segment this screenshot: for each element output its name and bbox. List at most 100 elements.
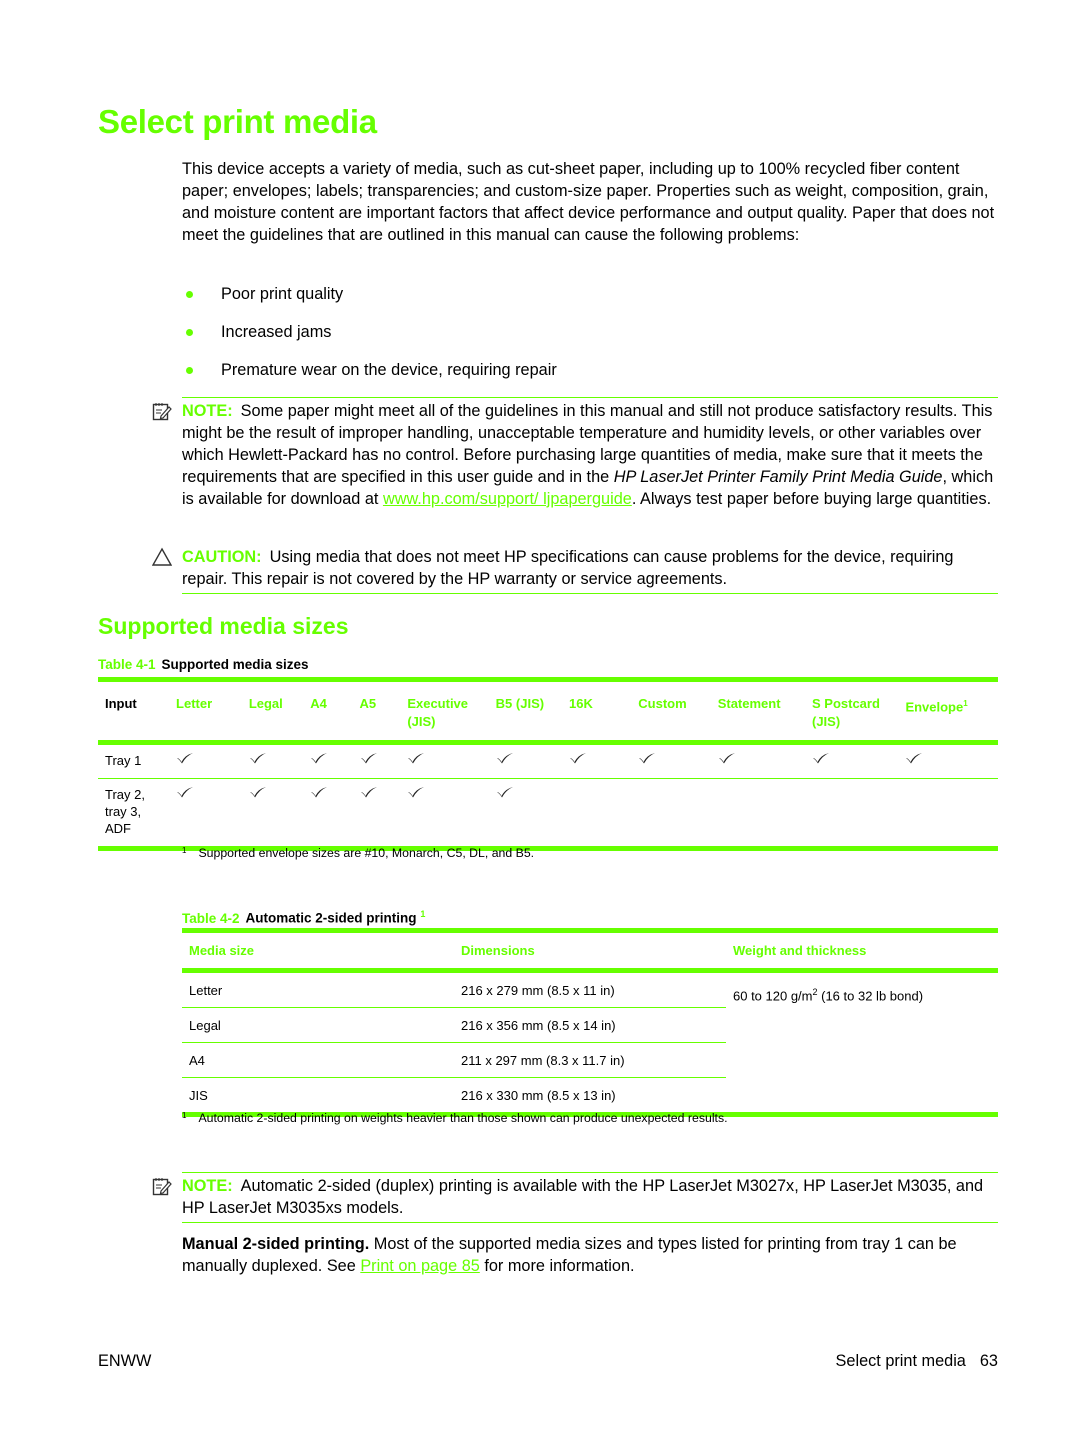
support-cell	[565, 779, 634, 849]
column-header-b5-jis: B5 (JIS)	[495, 696, 545, 711]
support-cell	[634, 743, 713, 779]
table1-caption: Table 4-1 Supported media sizes	[98, 657, 309, 672]
dimensions-cell: 211 x 297 mm (8.3 x 11.7 in)	[454, 1042, 726, 1078]
support-cell	[901, 779, 998, 849]
dimensions-cell: 216 x 279 mm (8.5 x 11 in)	[454, 970, 726, 1008]
manual-duplex-paragraph: Manual 2-sided printing. Most of the sup…	[182, 1235, 957, 1275]
media-size-cell: A4	[182, 1042, 454, 1078]
table2-footnote: 1 Automatic 2-sided printing on weights h…	[182, 1111, 728, 1125]
manual-duplex-heading: Manual 2-sided printing.	[182, 1235, 370, 1253]
page-title: Select print media	[98, 103, 377, 140]
support-cell	[172, 743, 245, 779]
table1-footnote: 1 Supported envelope sizes are #10, Monar…	[182, 846, 535, 860]
section-title: Supported media sizes	[98, 613, 349, 639]
duplex-table: Media size Dimensions Weight and thickne…	[182, 928, 998, 1117]
bullet-icon	[186, 291, 193, 298]
support-cell	[634, 779, 713, 849]
column-header-legal: Legal	[248, 696, 283, 711]
media-size-cell: JIS	[189, 1088, 208, 1103]
support-cell	[808, 743, 901, 779]
support-cell	[492, 743, 565, 779]
column-header-letter: Letter	[176, 696, 213, 711]
note-pencil-icon	[152, 1178, 172, 1196]
note-box: NOTE: Some paper might meet all of the gu…	[152, 397, 998, 513]
table-row: Tray 1	[98, 743, 998, 779]
note-label: NOTE:	[182, 402, 233, 420]
footer-page-info: Select print media 63	[836, 1352, 998, 1371]
dimensions-cell: 216 x 356 mm (8.5 x 14 in)	[454, 1007, 726, 1043]
support-cell	[356, 779, 404, 849]
column-header-16k: 16K	[569, 696, 593, 711]
support-cell	[901, 743, 998, 779]
note-pencil-icon	[152, 403, 172, 421]
support-cell	[714, 779, 808, 849]
support-cell	[245, 743, 306, 779]
footer-locale: ENWW	[98, 1352, 152, 1370]
checkmark-icon	[310, 752, 328, 767]
supported-media-table: Input Letter Legal A4 A5 Executive (JIS) B5 (J…	[98, 677, 998, 851]
table-row: Letter 216 x 279 mm (8.5 x 11 in) 60 to …	[182, 970, 998, 1008]
list-item: Increased jams	[182, 321, 557, 359]
media-size-cell: Legal	[182, 1007, 454, 1043]
support-cell	[403, 743, 491, 779]
weight-cell: 60 to 120 g/m2 (16 to 32 lb bond)	[733, 987, 924, 1004]
dimensions-cell: 216 x 330 mm (8.5 x 13 in)	[461, 1088, 616, 1103]
checkmark-icon	[360, 786, 378, 801]
support-cell	[565, 743, 634, 779]
support-cell	[403, 779, 491, 849]
intro-paragraph: This device accepts a variety of media, …	[182, 160, 995, 244]
print-page-link[interactable]: Print on page 85	[360, 1257, 480, 1275]
checkmark-icon	[718, 752, 736, 767]
checkmark-icon	[905, 752, 923, 767]
media-guide-title: HP LaserJet Printer Family Print Media G…	[613, 468, 943, 486]
support-cell	[714, 743, 808, 779]
table-header-row: Input Letter Legal A4 A5 Executive (JIS) B5 (J…	[98, 679, 998, 743]
note-label: NOTE:	[182, 1177, 233, 1195]
checkmark-icon	[638, 752, 656, 767]
checkmark-icon	[569, 752, 587, 767]
support-cell	[356, 743, 404, 779]
column-header-executive: Executive (JIS)	[407, 696, 469, 729]
checkmark-icon	[310, 786, 328, 801]
problems-list: Poor print quality Increased jams Premat…	[182, 283, 557, 397]
column-header-envelope: Envelope1	[905, 699, 968, 715]
checkmark-icon	[812, 752, 830, 767]
checkmark-icon	[496, 786, 514, 801]
checkmark-icon	[360, 752, 378, 767]
checkmark-icon	[407, 752, 425, 767]
checkmark-icon	[176, 752, 194, 767]
list-item: Premature wear on the device, requiring …	[182, 359, 557, 397]
footer-section: Select print media	[835, 1352, 966, 1370]
bullet-icon	[186, 329, 193, 336]
table-header-row: Media size Dimensions Weight and thickne…	[182, 930, 998, 971]
caution-triangle-icon	[152, 547, 172, 566]
column-header-s-postcard: S Postcard (JIS)	[811, 696, 880, 729]
checkmark-icon	[407, 786, 425, 801]
paperguide-link[interactable]: www.hp.com/support/ ljpaperguide	[383, 490, 632, 508]
support-cell	[306, 779, 355, 849]
media-size-cell: Letter	[182, 970, 454, 1008]
table2-caption: Table 4-2 Automatic 2-sided printing 1	[182, 909, 426, 926]
input-cell: Tray 2, tray 3, ADF	[105, 787, 145, 836]
page-number: 63	[979, 1352, 998, 1370]
bullet-icon	[186, 367, 193, 374]
support-cell	[306, 743, 355, 779]
column-header-statement: Statement	[717, 696, 781, 711]
duplex-note-box: NOTE: Automatic 2-sided (duplex) printing…	[152, 1172, 998, 1223]
checkmark-icon	[176, 786, 194, 801]
column-header-media-size: Media size	[189, 943, 255, 958]
checkmark-icon	[496, 752, 514, 767]
support-cell	[492, 779, 565, 849]
column-header-weight: Weight and thickness	[733, 943, 867, 958]
support-cell	[245, 779, 306, 849]
column-header-dimensions: Dimensions	[461, 943, 535, 958]
support-cell	[172, 779, 245, 849]
support-cell	[808, 779, 901, 849]
checkmark-icon	[249, 786, 267, 801]
caution-label: CAUTION:	[182, 548, 262, 566]
caution-box: CAUTION: Using media that does not meet H…	[152, 544, 998, 594]
table-row: Tray 2, tray 3, ADF	[98, 779, 998, 849]
list-item: Poor print quality	[182, 283, 557, 321]
checkmark-icon	[249, 752, 267, 767]
column-header-custom: Custom	[638, 696, 687, 711]
